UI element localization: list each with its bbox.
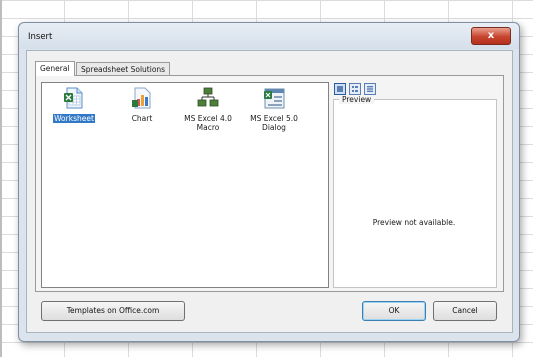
tab-general[interactable]: General [35,61,75,76]
close-icon: x [487,30,495,41]
item-label-excel4-macro: MS Excel 4.0 Macro [183,114,233,132]
template-list[interactable]: Worksheet Chart MS Excel 4.0 Macro MS Ex… [41,82,329,288]
item-label-line1: MS Excel 4.0 [184,114,232,123]
item-label-excel5-dialog: MS Excel 5.0 Dialog [249,114,299,132]
details-view-button[interactable] [364,83,376,95]
macro-icon [197,87,219,109]
ok-button[interactable]: OK [362,301,426,321]
templates-on-office-button[interactable]: Templates on Office.com [41,301,185,321]
list-item-worksheet[interactable]: Worksheet [48,87,100,123]
large-icons-view-button[interactable] [334,83,346,95]
list-item-excel4-macro[interactable]: MS Excel 4.0 Macro [182,87,234,132]
chart-icon [131,87,153,109]
dialog-title: Insert [28,32,53,42]
insert-dialog: Insert x General Spreadsheet Solutions W… [18,22,520,342]
close-button[interactable]: x [471,27,511,45]
window-edge [0,0,2,357]
worksheet-icon [63,87,85,109]
item-label-line1: MS Excel 5.0 [250,114,298,123]
preview-pane [333,99,497,288]
dialog-titlebar[interactable]: Insert x [19,23,519,49]
tab-spreadsheet-solutions[interactable]: Spreadsheet Solutions [76,62,171,76]
list-view-icon [352,86,358,92]
preview-label: Preview [339,95,375,104]
large-icons-view-icon [337,86,343,92]
item-label-chart: Chart [131,114,153,123]
item-label-line2: Dialog [262,123,286,132]
preview-message: Preview not available. [372,218,456,227]
details-view-icon [367,86,373,92]
dialog-body: General Spreadsheet Solutions Worksheet … [26,50,513,333]
list-item-chart[interactable]: Chart [116,87,168,123]
tab-panel-general: Worksheet Chart MS Excel 4.0 Macro MS Ex… [35,75,504,292]
list-view-button[interactable] [349,83,361,95]
item-label-worksheet: Worksheet [53,114,95,123]
list-item-excel5-dialog[interactable]: MS Excel 5.0 Dialog [248,87,300,132]
dialog-sheet-icon [263,87,285,109]
cancel-button[interactable]: Cancel [433,301,497,321]
item-label-line2: Macro [196,123,220,132]
